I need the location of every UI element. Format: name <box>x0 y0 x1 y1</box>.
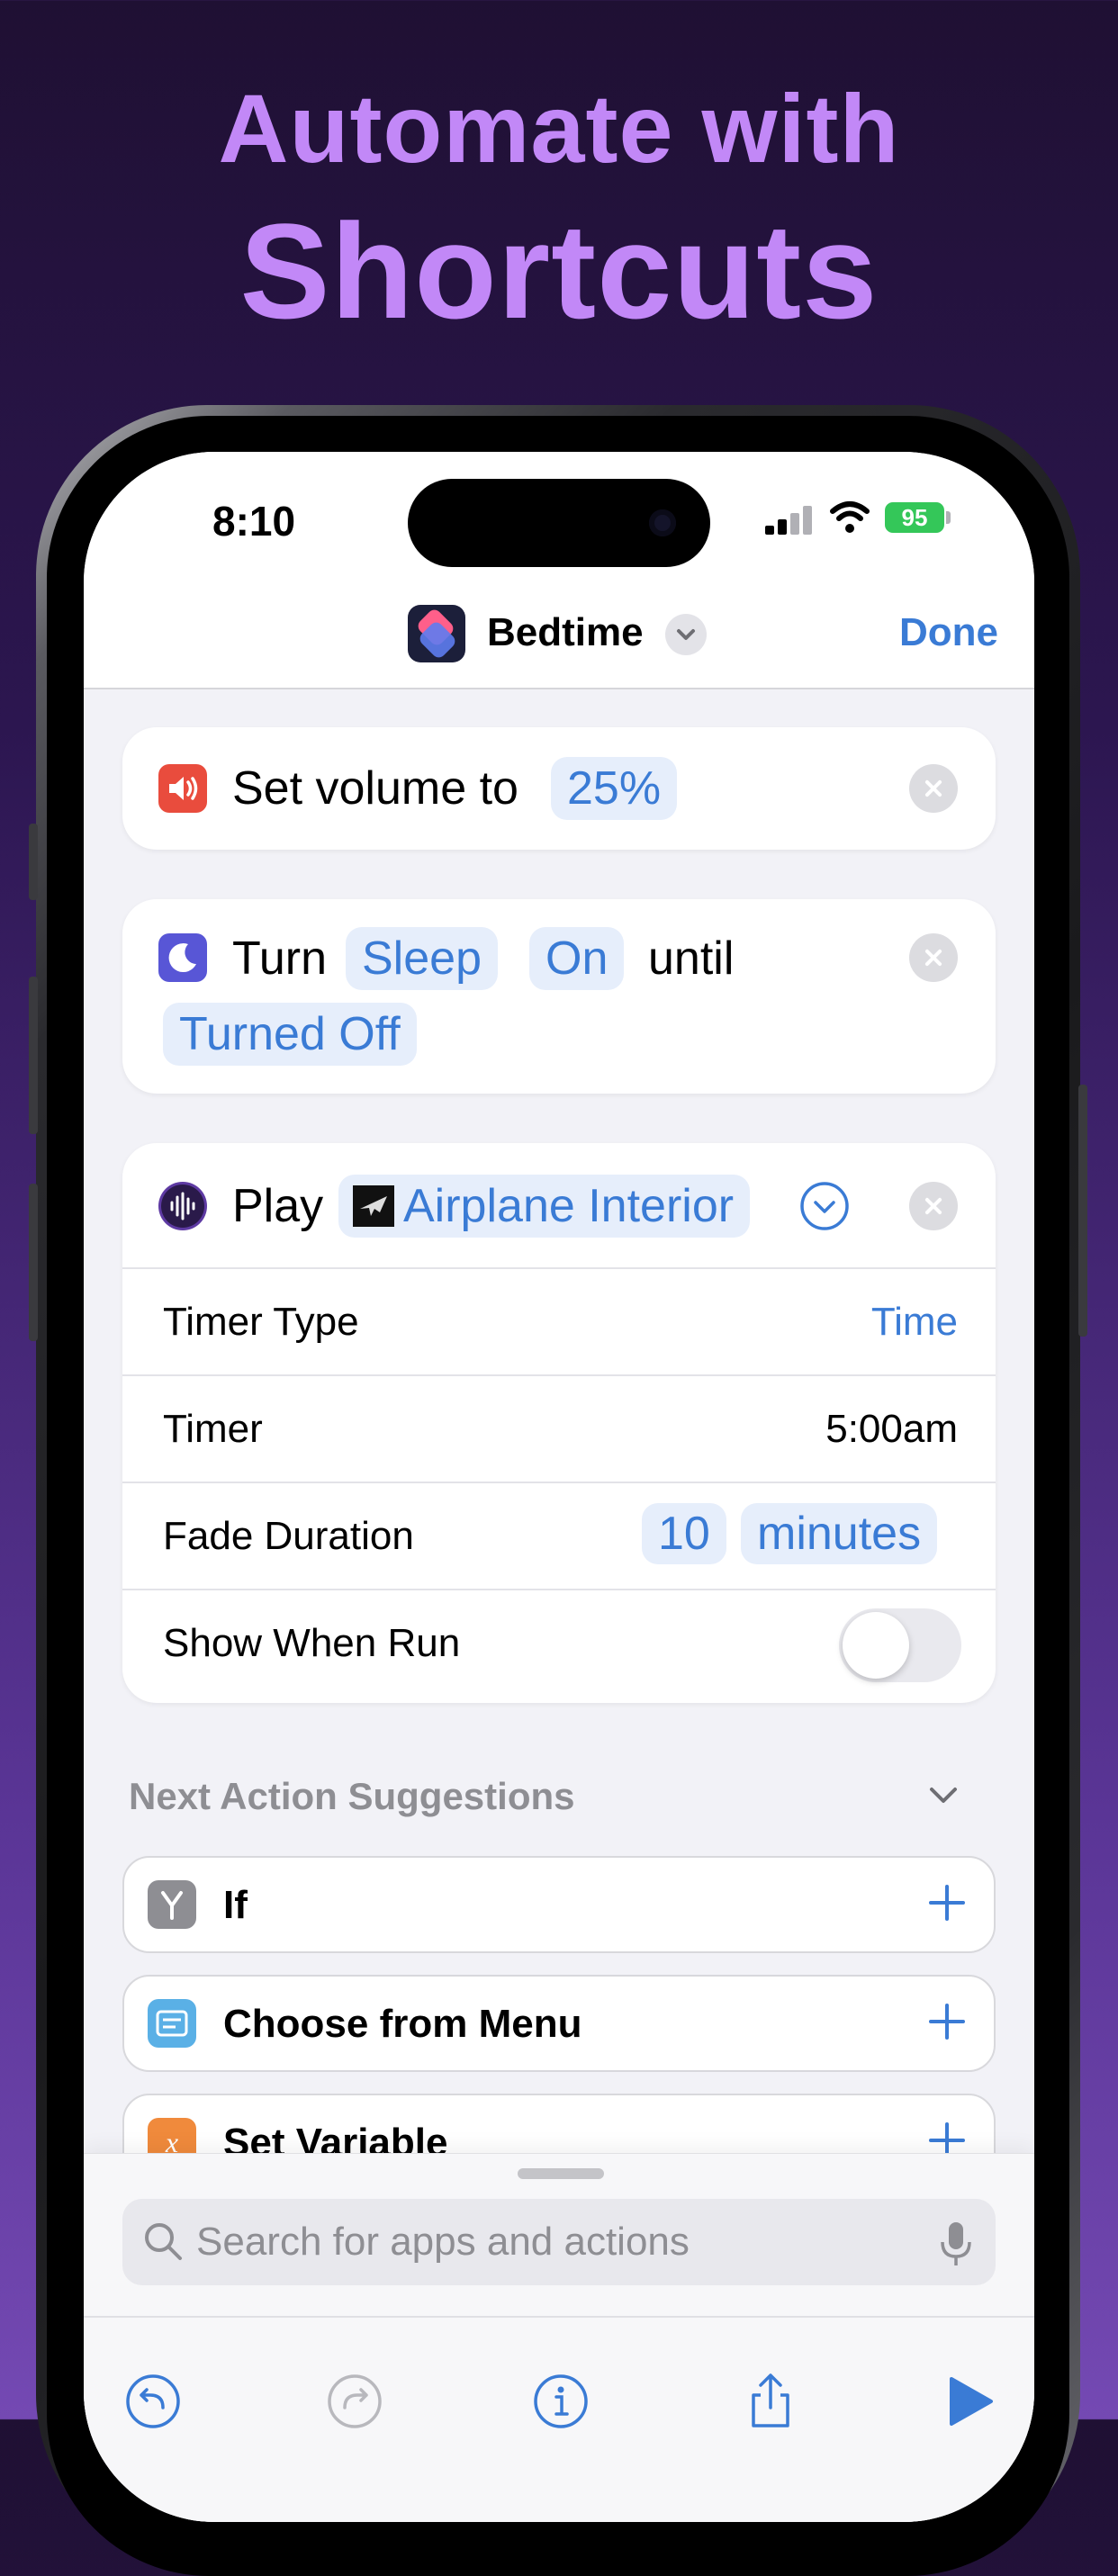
search-bar[interactable] <box>122 2199 996 2285</box>
drawer-grabber[interactable] <box>518 2168 604 2179</box>
expand-chevron-icon[interactable] <box>799 1181 850 1231</box>
undo-icon[interactable] <box>123 2372 183 2431</box>
branch-icon <box>148 1880 196 1929</box>
sound-name: Airplane Interior <box>403 1180 735 1232</box>
status-time: 8:10 <box>212 498 296 545</box>
plus-icon[interactable] <box>925 1881 969 1924</box>
search-input[interactable] <box>196 2199 898 2285</box>
timer-value[interactable]: 5:00am <box>825 1407 958 1452</box>
airplane-thumbnail-icon <box>353 1185 394 1227</box>
moon-icon <box>158 933 207 982</box>
chevron-down-icon <box>677 629 695 640</box>
suggestion-label: If <box>223 1883 248 1927</box>
suggestion-item-choose-from-menu[interactable]: Choose from Menu <box>122 1975 996 2072</box>
action-button <box>29 824 38 900</box>
title-menu-button[interactable] <box>665 614 707 655</box>
toggle-knob <box>843 1612 909 1679</box>
param-label: Timer Type <box>163 1300 359 1344</box>
action-text-play: Play <box>232 1180 324 1232</box>
cellular-signal-icon <box>765 506 814 535</box>
action-text-until: until <box>648 932 735 985</box>
volume-value-pill[interactable]: 25% <box>551 757 678 820</box>
search-icon <box>145 2223 182 2260</box>
shortcut-title[interactable]: Bedtime <box>487 610 644 655</box>
action-text: Set volume to <box>232 762 518 815</box>
collapse-suggestions-icon[interactable] <box>921 1773 966 1818</box>
action-text-turn: Turn <box>232 932 327 985</box>
info-icon[interactable] <box>531 2372 591 2431</box>
action-card-sleep-focus[interactable]: Turn Sleep On until Turned Off <box>122 899 996 1094</box>
play-icon[interactable] <box>939 2372 998 2431</box>
phone-screen: 8:10 95 Bedtime Done Set volume to 25% T… <box>84 452 1034 2522</box>
done-button[interactable]: Done <box>899 610 998 655</box>
remove-action-button[interactable] <box>909 933 958 982</box>
menu-icon <box>148 1999 196 2048</box>
redo-icon[interactable] <box>325 2372 384 2431</box>
volume-down-button <box>29 1184 38 1341</box>
sound-selection-pill[interactable]: Airplane Interior <box>338 1175 751 1238</box>
param-label: Fade Duration <box>163 1514 414 1558</box>
nav-bar: Bedtime Done <box>84 578 1034 689</box>
plus-icon[interactable] <box>925 2000 969 2043</box>
focus-mode-pill[interactable]: Sleep <box>346 927 498 990</box>
remove-action-button[interactable] <box>909 764 958 813</box>
show-when-run-toggle[interactable] <box>839 1608 961 1682</box>
speaker-icon <box>158 764 207 813</box>
suggestion-item-if[interactable]: If <box>122 1856 996 1953</box>
remove-action-button[interactable] <box>909 1182 958 1230</box>
focus-state-pill[interactable]: On <box>529 927 625 990</box>
param-label: Show When Run <box>163 1621 461 1665</box>
param-row-fade-duration[interactable]: Fade Duration 10 minutes <box>122 1482 996 1590</box>
dynamic-island <box>408 479 710 567</box>
param-row-timer-type[interactable]: Timer Type Time <box>122 1267 996 1376</box>
timer-type-value[interactable]: Time <box>871 1300 958 1345</box>
front-camera <box>649 509 676 536</box>
waveform-icon <box>158 1182 207 1230</box>
power-button <box>1078 1085 1087 1337</box>
action-card-set-volume[interactable]: Set volume to 25% <box>122 727 996 850</box>
suggestions-title: Next Action Suggestions <box>129 1775 575 1817</box>
volume-up-button <box>29 977 38 1134</box>
battery-tip <box>946 511 951 524</box>
share-icon[interactable] <box>741 2372 800 2431</box>
headline-line-2: Shortcuts <box>239 195 879 347</box>
suggestion-label: Choose from Menu <box>223 2002 582 2046</box>
param-row-show-when-run[interactable]: Show When Run <box>122 1589 996 1698</box>
headline-line-1: Automate with <box>218 74 900 183</box>
until-pill[interactable]: Turned Off <box>163 1003 417 1066</box>
microphone-icon[interactable] <box>938 2219 974 2269</box>
fade-amount-pill[interactable]: 10 <box>642 1503 726 1564</box>
battery-indicator: 95 <box>885 502 944 533</box>
param-label: Timer <box>163 1407 263 1451</box>
fade-unit-pill[interactable]: minutes <box>741 1503 938 1564</box>
param-row-timer[interactable]: Timer 5:00am <box>122 1374 996 1483</box>
action-card-play-sound[interactable]: Play Airplane Interior Timer Type Time T… <box>122 1143 996 1703</box>
wifi-icon <box>830 501 870 533</box>
shortcuts-app-icon[interactable] <box>408 605 465 662</box>
actions-drawer <box>84 2153 1034 2522</box>
